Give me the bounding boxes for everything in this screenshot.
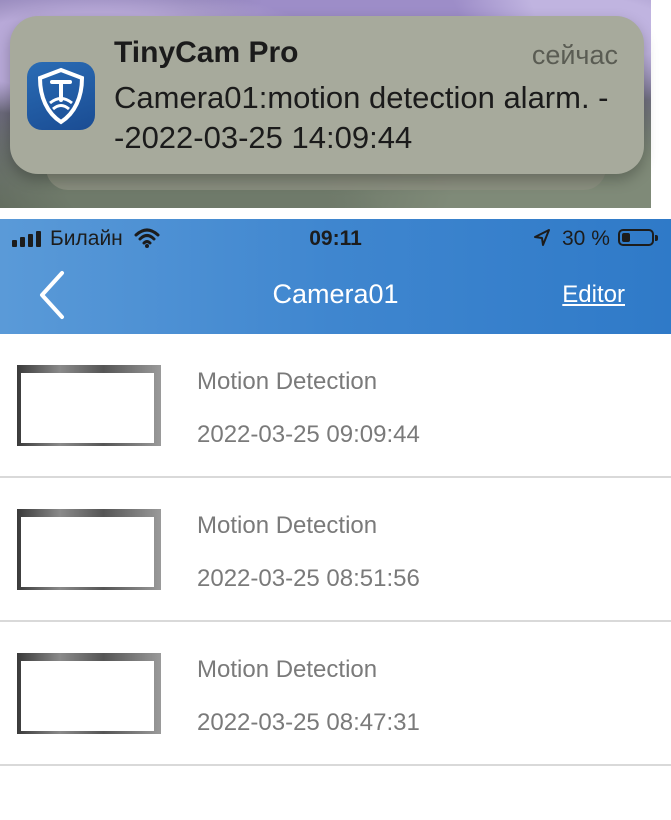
notification-app-name: TinyCam Pro — [114, 36, 299, 69]
location-arrow-icon — [533, 228, 551, 253]
event-type: Motion Detection — [197, 512, 378, 539]
event-thumbnail — [17, 365, 161, 446]
tinycam-shield-icon — [27, 62, 95, 130]
event-thumbnail — [17, 653, 161, 734]
list-item[interactable]: Motion Detection 2022-03-25 09:09:44 — [0, 334, 671, 478]
list-item[interactable]: Motion Detection 2022-03-25 08:51:56 — [0, 478, 671, 622]
event-type: Motion Detection — [197, 656, 378, 683]
list-item[interactable]: Motion Detection 2022-03-25 08:47:31 — [0, 622, 671, 766]
battery-percent: 30 % — [562, 227, 610, 250]
notification-banner[interactable]: TinyCam Pro сейчас Camera01:motion detec… — [10, 16, 644, 174]
event-type: Motion Detection — [197, 368, 378, 395]
event-timestamp: 2022-03-25 08:51:56 — [197, 565, 420, 592]
event-list: Motion Detection 2022-03-25 09:09:44 Mot… — [0, 334, 671, 766]
battery-icon — [618, 229, 658, 246]
status-bar: Билайн 09:11 30 % — [0, 219, 671, 259]
event-timestamp: 2022-03-25 09:09:44 — [197, 421, 420, 448]
app-header: Билайн 09:11 30 % Camera01 Editor — [0, 219, 671, 334]
event-timestamp: 2022-03-25 08:47:31 — [197, 709, 420, 736]
editor-button[interactable]: Editor — [562, 281, 625, 309]
notification-time: сейчас — [531, 40, 618, 70]
notification-message: Camera01:motion detection alarm. --2022-… — [114, 80, 609, 155]
event-thumbnail — [17, 509, 161, 590]
